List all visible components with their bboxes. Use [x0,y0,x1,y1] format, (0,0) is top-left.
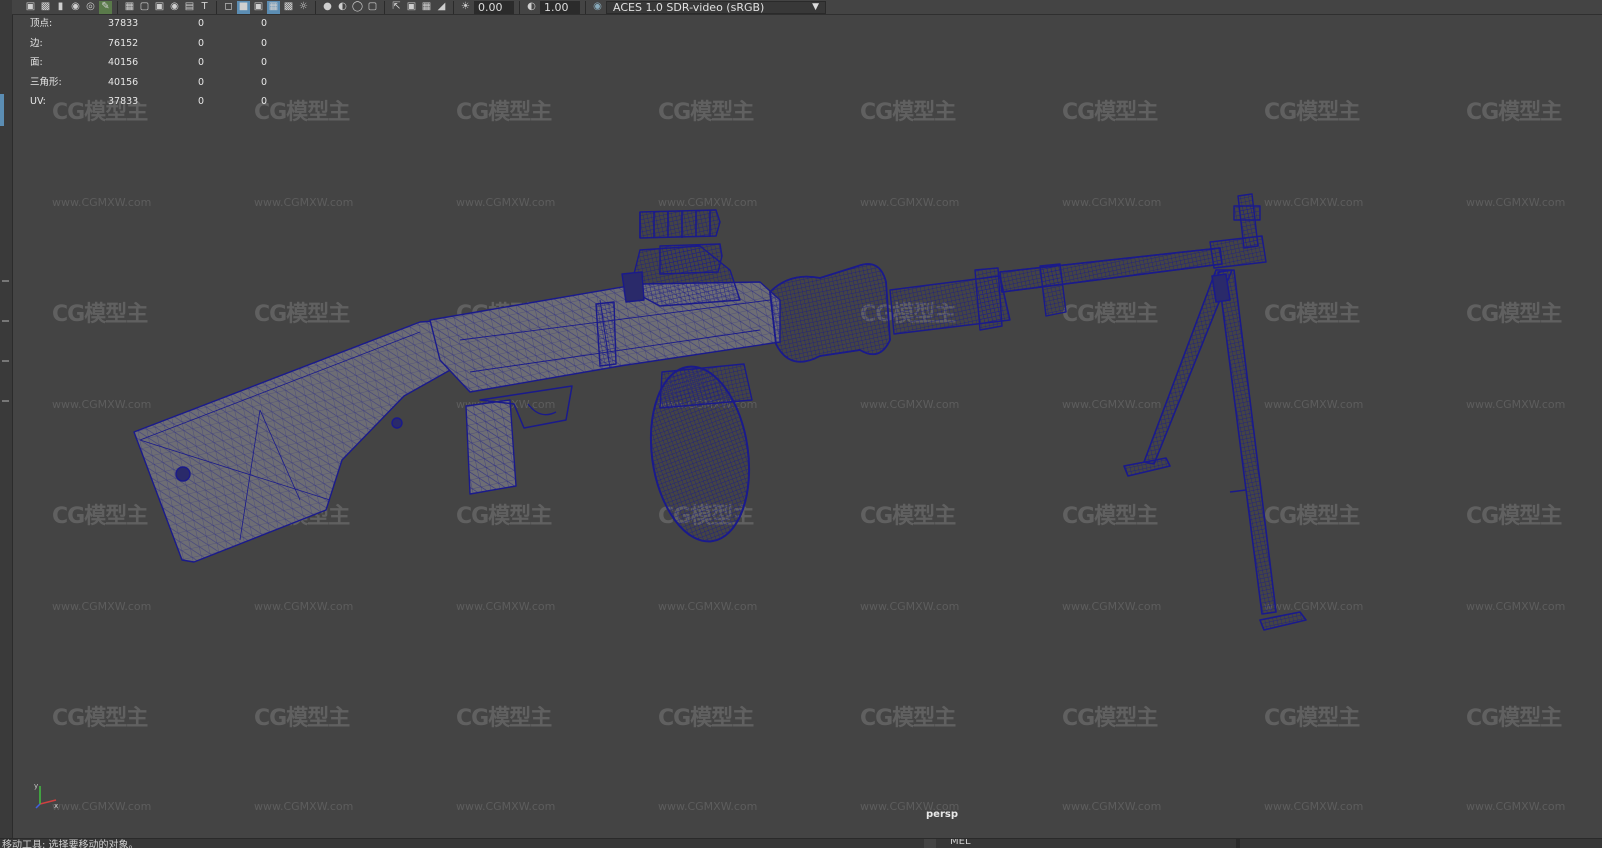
hud-label: 顶点: [30,18,53,29]
help-line-message: 移动工具: 选择要移动的对象。 [2,840,139,848]
hud-value: 76152 [108,37,139,49]
barrel-part [999,247,1223,293]
hud-value: 40156 [108,76,139,88]
hud-value: 37833 [108,18,139,29]
hud-value: 0 [198,76,205,88]
handguard-part [769,263,891,363]
hud-row-uvs: UV: 37833 0 0 [30,92,290,112]
hud-value: 0 [261,37,268,49]
svg-text:y: y [34,782,38,790]
svg-text:x: x [54,802,58,810]
statusbar-divider [1236,839,1240,848]
hud-row-faces: 面: 40156 0 0 [30,53,290,73]
axis-gizmo-icon: y x [34,782,58,810]
camera-name-label: persp [926,809,958,820]
wireframe-machine-gun-model[interactable] [0,0,1602,848]
drum-magazine-part [649,363,753,543]
hud-label: 面: [30,57,43,68]
hud-value: 40156 [108,57,139,68]
hud-value: 0 [198,18,205,29]
hud-value: 0 [261,18,268,29]
hud-value: 0 [198,96,205,107]
hud-value: 0 [261,96,268,107]
hud-row-vertices: 顶点: 37833 0 0 [30,14,290,34]
hud-label: UV: [30,96,46,107]
hud-value: 0 [198,57,205,68]
hud-value: 0 [198,37,205,49]
stock-mesh [134,320,468,562]
hud-row-edges: 边: 76152 0 0 [30,34,290,54]
statusbar-divider [924,839,936,848]
maya-viewport-window: ▣ ▩ ▮ ◉ ◎ ✎ ▦ ▢ ▣ ◉ ▤ T ◻ ■ ▣ ▦ ▩ ☼ ● ◐ … [0,0,1602,848]
hud-label: 边: [30,37,43,49]
poly-count-hud: 顶点: 37833 0 0 边: 76152 0 0 面: 40156 0 0 … [30,14,290,112]
hud-value: 37833 [108,96,139,107]
command-language-button[interactable]: MEL [950,839,971,847]
hud-row-triangles: 三角形: 40156 0 0 [30,73,290,93]
hud-label: 三角形: [30,76,62,88]
hud-value: 0 [261,57,268,68]
status-command-bar: 移动工具: 选择要移动的对象。 MEL [0,838,1602,848]
bipod-part [1123,269,1307,631]
hud-value: 0 [261,76,268,88]
